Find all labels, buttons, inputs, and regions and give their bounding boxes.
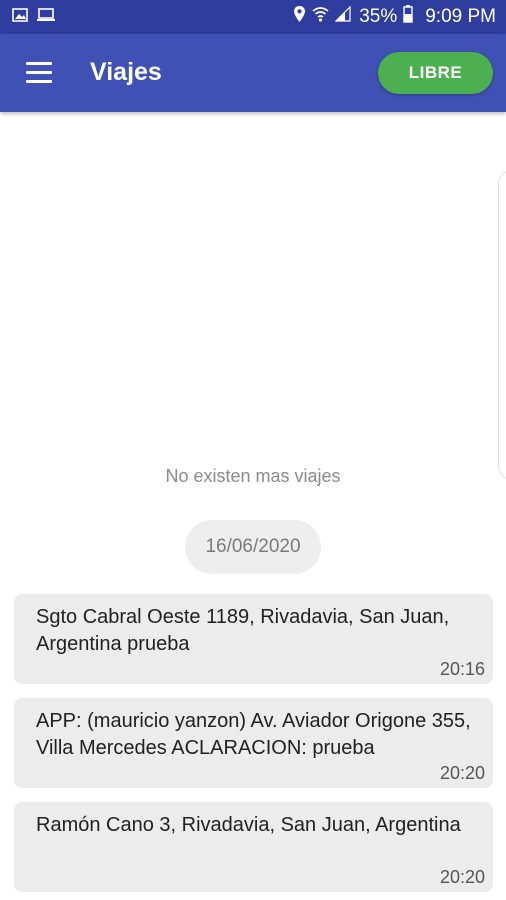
edge-panel-handle[interactable] xyxy=(498,170,506,480)
wifi-icon xyxy=(312,6,329,28)
status-bar: 35% 9:09 PM xyxy=(0,0,506,34)
empty-list-message: No existen mas viajes xyxy=(165,466,341,486)
menu-icon[interactable] xyxy=(24,62,56,84)
app-bar: Viajes LIBRE xyxy=(0,34,506,112)
trip-item[interactable]: Sgto Cabral Oeste 1189, Rivadavia, San J… xyxy=(14,594,493,684)
battery-icon xyxy=(403,5,413,29)
page-title: Viajes xyxy=(90,58,162,86)
location-icon xyxy=(293,5,306,29)
image-icon xyxy=(12,7,28,27)
trip-address: Sgto Cabral Oeste 1189, Rivadavia, San J… xyxy=(36,606,450,655)
status-bar-notifications xyxy=(12,7,56,27)
status-toggle-button[interactable]: LIBRE xyxy=(378,52,493,94)
trip-address: Ramón Cano 3, Rivadavia, San Juan, Argen… xyxy=(36,814,461,836)
cast-icon xyxy=(36,7,56,27)
trip-item[interactable]: Ramón Cano 3, Rivadavia, San Juan, Argen… xyxy=(14,802,493,892)
trip-address: APP: (mauricio yanzon) Av. Aviador Origo… xyxy=(36,710,471,759)
trip-time: 20:16 xyxy=(439,659,485,679)
trip-item[interactable]: APP: (mauricio yanzon) Av. Aviador Origo… xyxy=(14,698,493,788)
status-bar-system: 35% 9:09 PM xyxy=(293,5,496,29)
clock: 9:09 PM xyxy=(425,6,496,27)
trip-time: 20:20 xyxy=(439,867,485,887)
battery-percent: 35% xyxy=(359,6,398,27)
date-separator: 16/06/2020 xyxy=(185,520,321,574)
trip-time: 20:20 xyxy=(439,763,485,783)
signal-icon xyxy=(334,5,351,28)
